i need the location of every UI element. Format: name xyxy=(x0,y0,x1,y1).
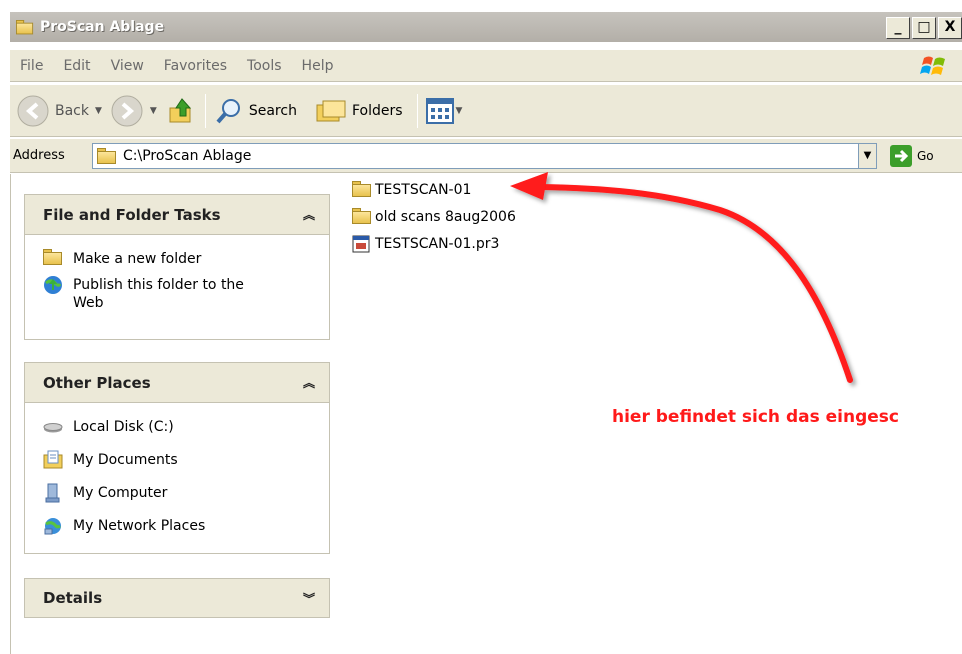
menu-view[interactable]: View xyxy=(109,58,146,74)
address-bar: Address C:\ProScan Ablage ▼ Go xyxy=(10,139,962,173)
title-bar[interactable]: ProScan Ablage _ □ X xyxy=(10,12,962,42)
views-button[interactable]: ▼ xyxy=(425,97,463,124)
panel-header[interactable]: Details ︾ xyxy=(25,579,329,617)
menu-edit[interactable]: Edit xyxy=(61,58,92,74)
file-item-old-scans-folder[interactable]: old scans 8aug2006 xyxy=(352,208,516,226)
toolbar-separator xyxy=(204,93,206,128)
pane-border xyxy=(10,174,11,654)
my-computer-icon xyxy=(43,483,63,503)
collapse-chevron-icon[interactable]: ︽ xyxy=(303,206,315,223)
toolbar-separator-2 xyxy=(416,93,418,128)
publish-web-icon xyxy=(43,275,63,295)
views-dropdown-icon[interactable]: ▼ xyxy=(456,106,463,116)
forward-button[interactable]: ▼ xyxy=(110,94,157,128)
place-network-places[interactable]: My Network Places xyxy=(43,516,319,536)
menu-favorites[interactable]: Favorites xyxy=(162,58,229,74)
my-documents-icon xyxy=(43,450,63,470)
close-button[interactable]: X xyxy=(938,17,962,39)
panel-title: Details xyxy=(43,589,103,607)
annotation-text: hier befindet sich das eingesc xyxy=(612,407,899,427)
task-publish-web[interactable]: Publish this folder to the Web xyxy=(43,275,319,312)
folder-icon xyxy=(352,181,372,199)
address-value: C:\ProScan Ablage xyxy=(123,148,252,164)
expand-chevron-icon[interactable]: ︾ xyxy=(303,590,315,607)
toolbar: Back ▼ ▼ Search Folders ▼ xyxy=(10,85,962,137)
collapse-chevron-icon[interactable]: ︽ xyxy=(303,374,315,391)
search-button[interactable]: Search xyxy=(214,96,297,126)
document-file-icon xyxy=(352,235,372,253)
address-label: Address xyxy=(13,148,65,163)
address-input[interactable]: C:\ProScan Ablage ▼ xyxy=(92,143,877,169)
network-places-icon xyxy=(43,516,63,536)
back-arrow-icon xyxy=(17,95,49,126)
back-dropdown-icon[interactable]: ▼ xyxy=(95,106,102,116)
menu-tools[interactable]: Tools xyxy=(245,58,284,74)
menu-help[interactable]: Help xyxy=(300,58,336,74)
folder-icon xyxy=(352,208,372,226)
place-my-documents[interactable]: My Documents xyxy=(43,450,319,470)
panel-title: Other Places xyxy=(43,373,151,392)
place-my-computer[interactable]: My Computer xyxy=(43,483,319,503)
file-item-testscan-pr3[interactable]: TESTSCAN-01.pr3 xyxy=(352,235,499,253)
menu-bar: File Edit View Favorites Tools Help xyxy=(10,50,962,82)
window-title: ProScan Ablage xyxy=(40,19,165,35)
forward-arrow-icon xyxy=(111,95,143,126)
search-icon xyxy=(216,98,240,123)
folders-icon xyxy=(316,100,346,121)
panel-header[interactable]: File and Folder Tasks ︽ xyxy=(25,195,329,235)
go-arrow-icon xyxy=(890,145,912,167)
folder-icon xyxy=(97,148,117,164)
panel-header[interactable]: Other Places ︽ xyxy=(25,363,329,403)
maximize-button[interactable]: □ xyxy=(912,17,936,39)
forward-dropdown-icon[interactable]: ▼ xyxy=(150,106,157,116)
up-folder-icon xyxy=(169,97,191,122)
local-disk-icon xyxy=(43,417,63,437)
folders-button[interactable]: Folders xyxy=(315,97,403,125)
task-make-new-folder[interactable]: Make a new folder xyxy=(43,249,319,269)
other-places-panel: Other Places ︽ Local Disk (C:) My Docume… xyxy=(24,362,330,554)
explorer-window: ProScan Ablage _ □ X File Edit View Favo… xyxy=(0,0,962,654)
views-icon xyxy=(425,97,454,124)
minimize-button[interactable]: _ xyxy=(886,17,910,39)
new-folder-icon xyxy=(43,249,63,269)
address-dropdown-icon[interactable]: ▼ xyxy=(858,144,876,168)
details-panel: Details ︾ xyxy=(24,578,330,618)
folder-icon xyxy=(16,20,34,35)
menu-file[interactable]: File xyxy=(18,58,45,74)
place-local-disk[interactable]: Local Disk (C:) xyxy=(43,417,319,437)
file-item-testscan-folder[interactable]: TESTSCAN-01 xyxy=(352,181,471,199)
file-folder-tasks-panel: File and Folder Tasks ︽ Make a new folde… xyxy=(24,194,330,340)
go-button[interactable]: Go xyxy=(890,145,934,167)
up-folder-button[interactable] xyxy=(167,96,197,126)
panel-title: File and Folder Tasks xyxy=(43,205,221,224)
windows-logo-icon xyxy=(920,56,945,75)
back-button[interactable]: Back ▼ xyxy=(16,94,102,128)
